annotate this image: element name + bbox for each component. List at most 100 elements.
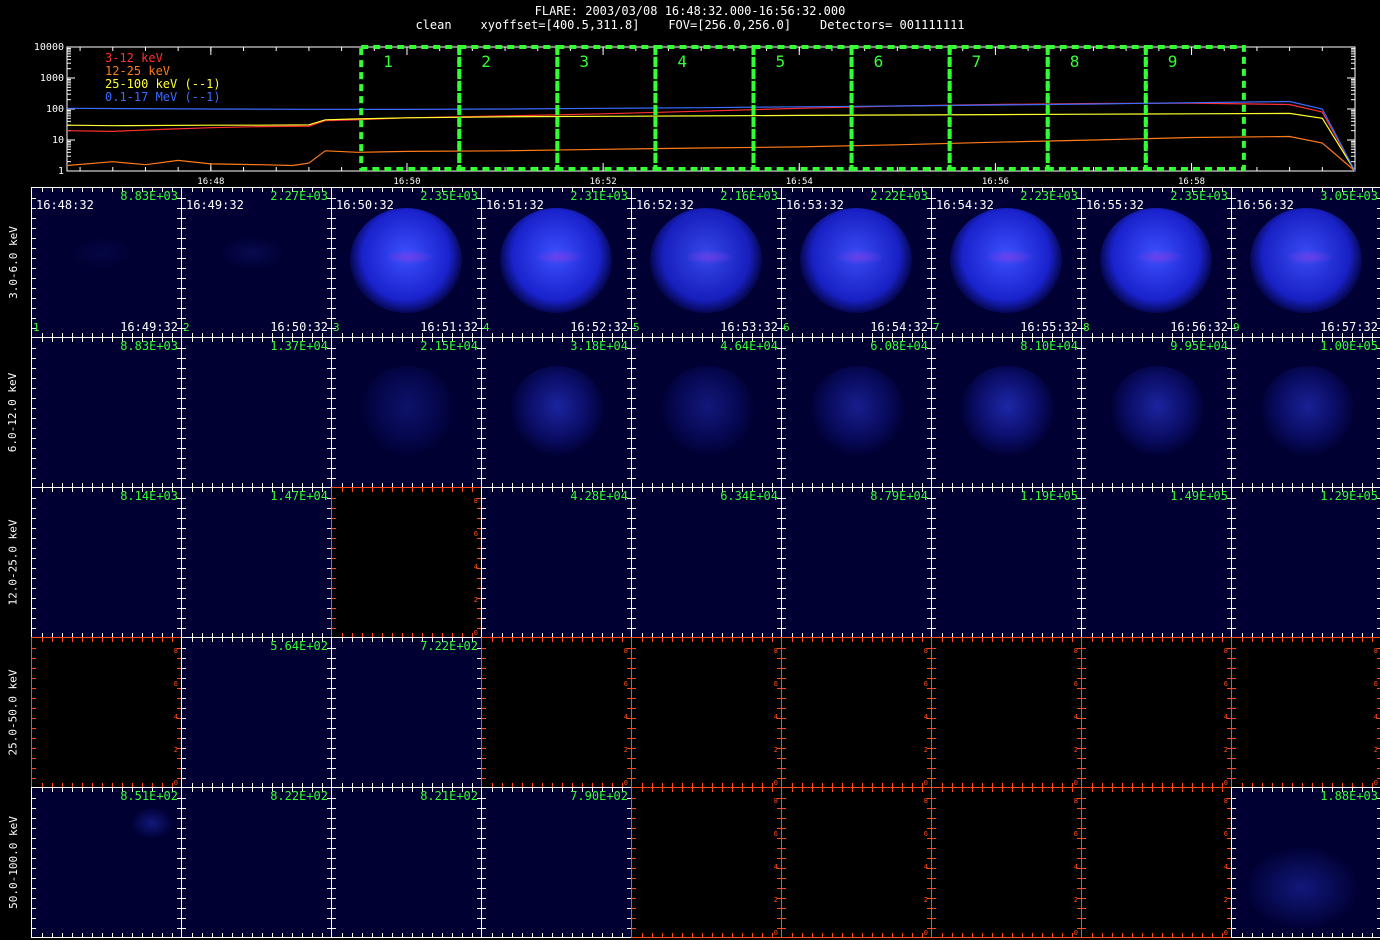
axis-tick [522, 188, 523, 192]
axis-tick [1132, 933, 1133, 937]
panel-max-count: 3.05E+03 [1320, 189, 1378, 203]
image-panel[interactable]: 5.64E+02 [181, 637, 332, 788]
axis-tick-label: 2 [773, 896, 778, 904]
axis-tick [932, 398, 936, 399]
axis-tick [862, 488, 863, 492]
axis-tick [182, 478, 186, 479]
panel-max-count: 1.37E+04 [270, 339, 328, 353]
axis-tick-label: 0 [773, 929, 778, 937]
axis-tick [1092, 638, 1093, 642]
image-panel[interactable]: 8.14E+03 [31, 487, 182, 638]
interval-index: 9 [1233, 321, 1240, 334]
axis-tick [32, 538, 36, 539]
axis-tick [1102, 788, 1103, 792]
axis-tick [332, 678, 336, 679]
axis-tick [662, 488, 663, 492]
image-panel[interactable]: 1.47E+04 [181, 487, 332, 638]
image-panel[interactable]: 8.83E+03 [31, 337, 182, 488]
image-panel[interactable]: 6.08E+04 [781, 337, 932, 488]
image-panel[interactable]: 6.34E+04 [631, 487, 782, 638]
image-panel[interactable]: 2.22E+03 16:53:32 16:54:32 6 [781, 187, 932, 338]
image-panel[interactable]: 0 2 4 6 8 [331, 487, 482, 638]
image-panel[interactable]: 0 2 4 6 8 [1231, 637, 1380, 788]
image-panel[interactable]: 2.27E+03 16:49:32 16:50:32 2 [181, 187, 332, 338]
image-panel[interactable]: 0 2 4 6 8 [1081, 637, 1232, 788]
image-panel[interactable]: 3.05E+03 16:56:32 16:57:32 9 [1231, 187, 1380, 338]
emission-source [510, 366, 605, 456]
axis-tick [62, 638, 63, 642]
axis-tick [482, 518, 486, 519]
image-panel[interactable]: 1.00E+05 [1231, 337, 1380, 488]
axis-tick [1332, 933, 1333, 937]
axis-tick [482, 358, 486, 359]
image-panel[interactable]: 1.49E+05 [1081, 487, 1232, 638]
y-tick-label: 10 [52, 135, 64, 146]
axis-tick [1232, 598, 1236, 599]
axis-tick [1232, 778, 1236, 779]
image-panel[interactable]: 8.51E+02 [31, 787, 182, 938]
image-panel[interactable]: 4.64E+04 [631, 337, 782, 488]
image-panel[interactable]: 0 2 4 6 8 [31, 637, 182, 788]
image-panel[interactable]: 2.35E+03 16:50:32 16:51:32 3 [331, 187, 482, 338]
image-panel[interactable]: 8.83E+03 16:48:32 16:49:32 1 [31, 187, 182, 338]
axis-tick [332, 768, 336, 769]
axis-tick [112, 933, 113, 937]
axis-tick [842, 638, 843, 642]
image-panel[interactable]: 0 2 4 6 8 [931, 637, 1082, 788]
image-panel[interactable]: 2.35E+03 16:55:32 16:56:32 8 [1081, 187, 1232, 338]
axis-tick [1232, 278, 1236, 279]
image-panel[interactable]: 7.90E+02 [481, 787, 632, 938]
axis-tick [632, 518, 636, 519]
axis-tick [482, 628, 486, 629]
axis-tick-label: 4 [923, 863, 928, 871]
axis-tick [1042, 638, 1043, 642]
image-panel[interactable]: 0 2 4 6 8 [631, 787, 782, 938]
image-panel[interactable]: 0 2 4 6 8 [931, 787, 1082, 938]
image-panel[interactable]: 7.22E+02 [331, 637, 482, 788]
axis-tick [102, 488, 103, 492]
panel-max-count: 2.31E+03 [570, 189, 628, 203]
image-panel[interactable]: 1.88E+03 [1231, 787, 1380, 938]
image-panel[interactable]: 1.19E+05 [931, 487, 1082, 638]
axis-tick [242, 933, 243, 937]
image-panel[interactable]: 8.21E+02 [331, 787, 482, 938]
axis-tick [512, 488, 513, 492]
image-panel[interactable]: 8.79E+04 [781, 487, 932, 638]
axis-tick [482, 608, 486, 609]
axis-tick [662, 933, 663, 937]
axis-tick [782, 758, 786, 759]
image-panel[interactable]: 1.37E+04 [181, 337, 332, 488]
image-panel[interactable]: 2.23E+03 16:54:32 16:55:32 7 [931, 187, 1082, 338]
axis-tick [1302, 338, 1303, 342]
image-panel[interactable]: 0 2 4 6 8 [631, 637, 782, 788]
image-panel[interactable]: 2.16E+03 16:52:32 16:53:32 5 [631, 187, 782, 338]
axis-tick [1262, 488, 1263, 492]
image-panel[interactable]: 2.31E+03 16:51:32 16:52:32 4 [481, 187, 632, 338]
image-panel[interactable]: 8.10E+04 [931, 337, 1082, 488]
image-panel[interactable]: 8.22E+02 [181, 787, 332, 938]
axis-tick [932, 508, 936, 509]
axis-tick [332, 308, 336, 309]
axis-tick [332, 888, 336, 889]
axis-tick [1232, 248, 1236, 249]
axis-tick [1232, 888, 1236, 889]
axis-tick [92, 788, 93, 792]
axis-tick [632, 458, 636, 459]
axis-tick [632, 388, 636, 389]
image-panel[interactable]: 0 2 4 6 8 [481, 637, 632, 788]
axis-tick [332, 908, 336, 909]
image-panel[interactable]: 1.29E+05 [1231, 487, 1380, 638]
axis-tick [1282, 488, 1283, 492]
image-panel[interactable]: 3.18E+04 [481, 337, 632, 488]
image-panel[interactable]: 0 2 4 6 8 [781, 787, 932, 938]
axis-tick [782, 398, 786, 399]
axis-tick [332, 818, 336, 819]
image-panel[interactable]: 0 2 4 6 8 [781, 637, 932, 788]
image-panel[interactable]: 0 2 4 6 8 [1081, 787, 1232, 938]
image-panel[interactable]: 9.95E+04 [1081, 337, 1232, 488]
axis-tick [482, 908, 486, 909]
image-panel[interactable]: 4.28E+04 [481, 487, 632, 638]
image-panel[interactable]: 2.15E+04 [331, 337, 482, 488]
row-label-text: 3.0-6.0 keV [6, 225, 20, 299]
axis-tick [1102, 188, 1103, 192]
